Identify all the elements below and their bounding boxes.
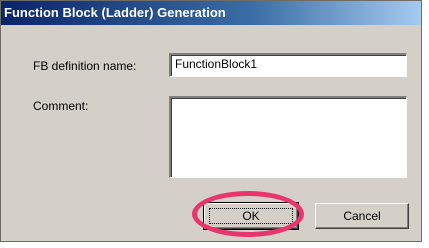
dialog-title: Function Block (Ladder) Generation (4, 5, 226, 20)
cancel-button-label: Cancel (343, 209, 381, 223)
ok-button[interactable]: OK (203, 202, 299, 230)
fb-definition-name-label: FB definition name: (33, 59, 137, 73)
dialog-title-bar: Function Block (Ladder) Generation (1, 1, 421, 25)
comment-textarea[interactable] (169, 96, 407, 178)
ok-button-label: OK (242, 209, 260, 223)
fb-generation-dialog: Function Block (Ladder) Generation FB de… (0, 0, 422, 242)
comment-label: Comment: (33, 99, 89, 113)
cancel-button[interactable]: Cancel (315, 203, 409, 229)
fb-definition-name-input[interactable]: FunctionBlock1 (169, 53, 407, 77)
